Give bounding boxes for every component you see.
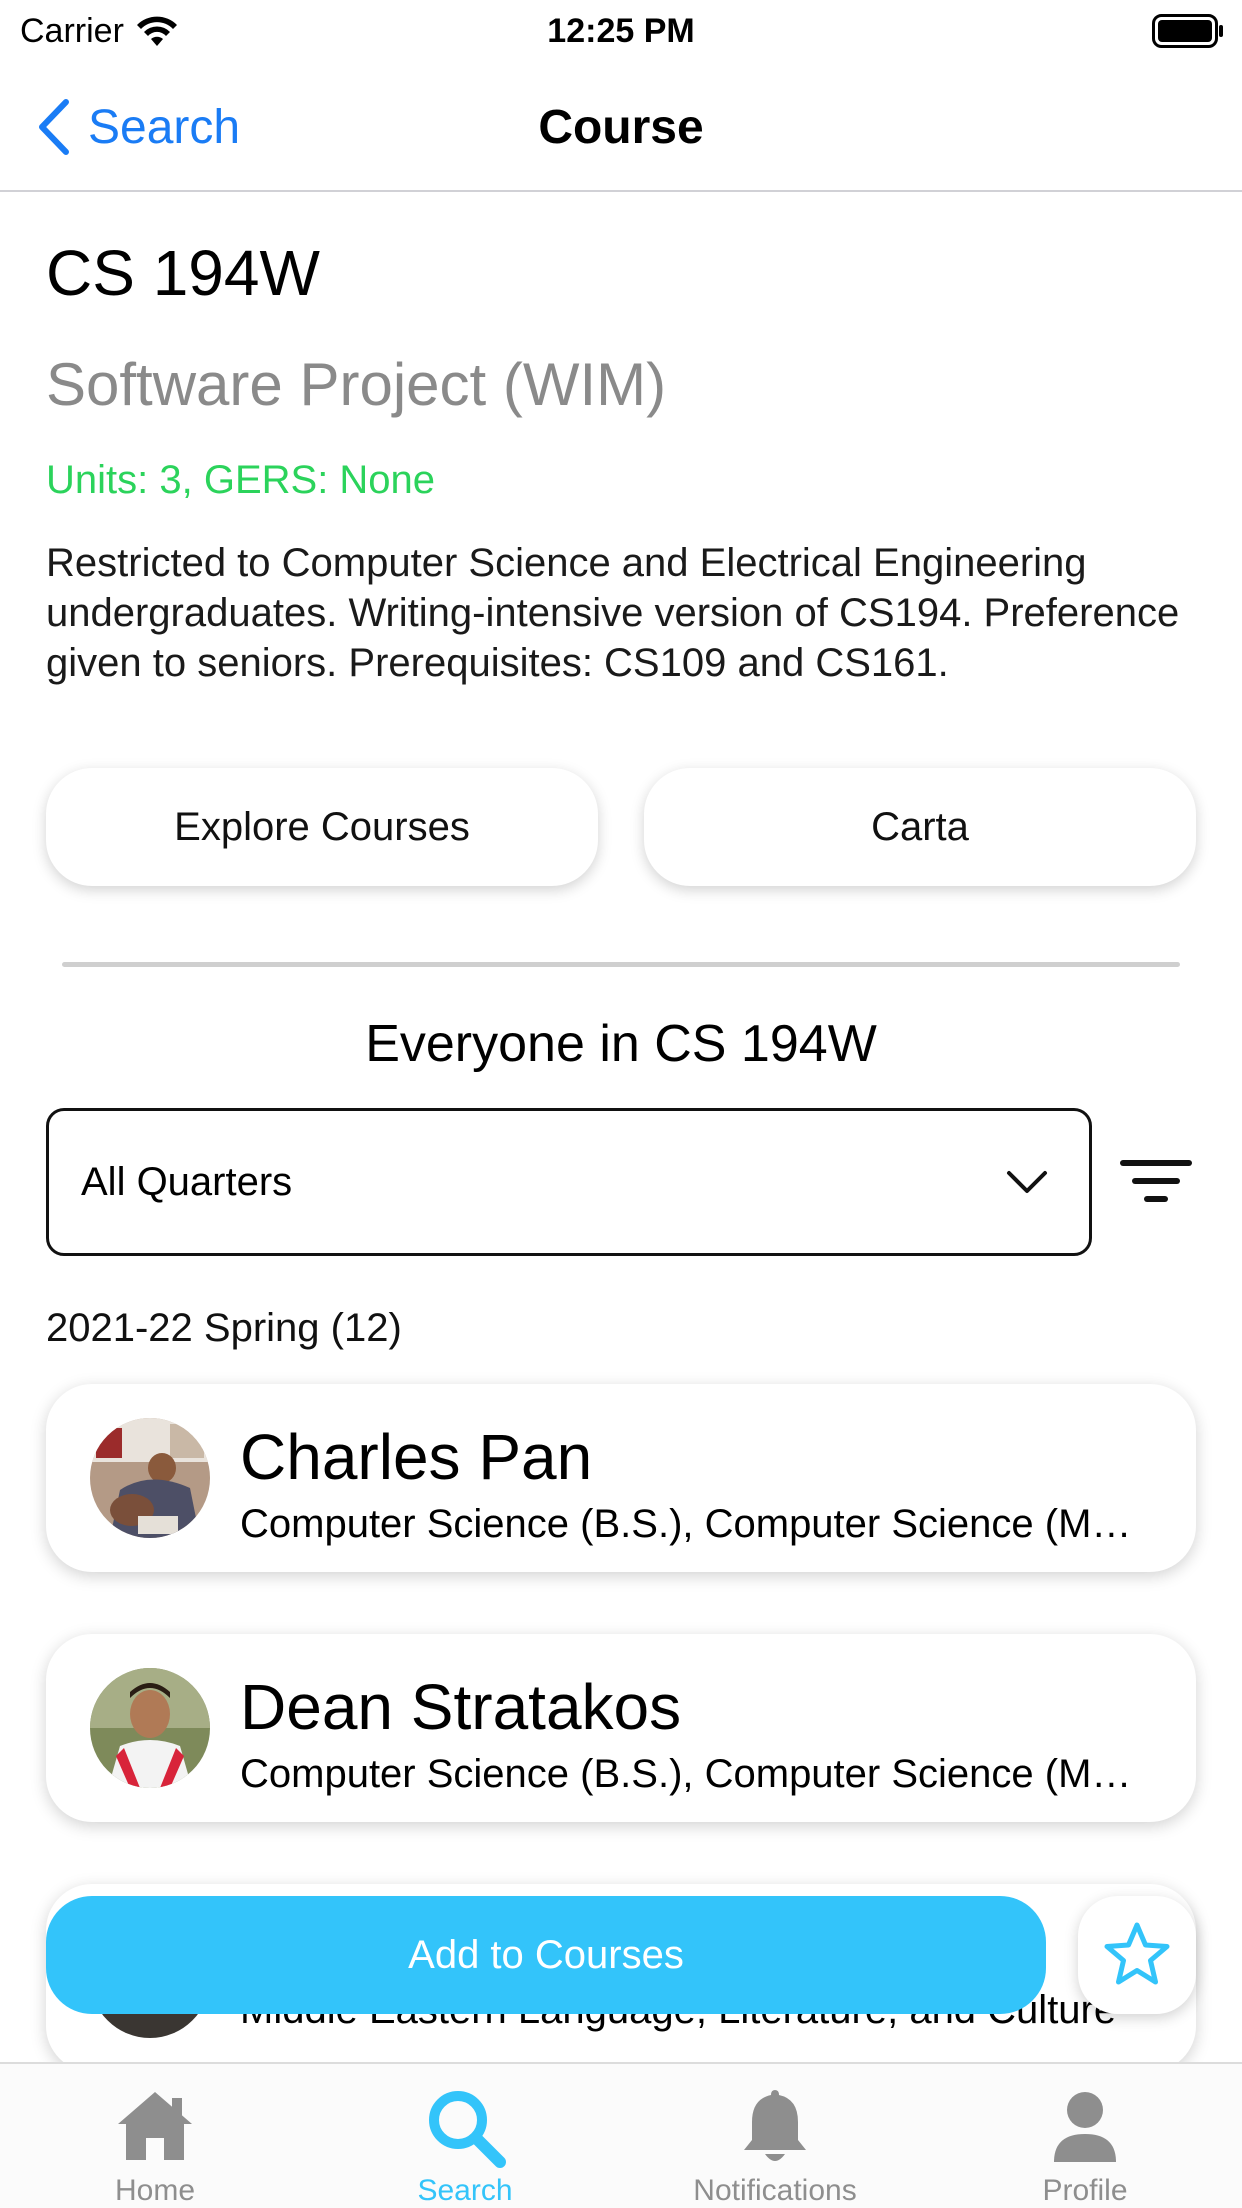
person-name: Charles Pan bbox=[240, 1421, 593, 1493]
star-icon bbox=[1104, 1922, 1170, 1985]
person-major: Computer Science (B.S.), Computer Scienc… bbox=[240, 1752, 1140, 1796]
avatar bbox=[90, 1418, 210, 1538]
status-bar: Carrier 12:25 PM bbox=[0, 0, 1242, 62]
tab-label: Search bbox=[417, 2174, 513, 2207]
quarter-select[interactable]: All Quarters bbox=[46, 1108, 1092, 1256]
tab-label: Profile bbox=[1042, 2174, 1128, 2207]
tab-search[interactable]: Search bbox=[310, 2064, 620, 2208]
roster-title: Everyone in CS 194W bbox=[365, 1015, 877, 1073]
search-icon bbox=[429, 2091, 506, 2168]
quarter-heading: 2021-22 Spring (12) bbox=[46, 1306, 402, 1350]
tab-label: Notifications bbox=[693, 2174, 857, 2207]
favorite-button[interactable] bbox=[1078, 1896, 1196, 2014]
avatar bbox=[90, 1668, 210, 1788]
home-icon bbox=[118, 2092, 192, 2160]
course-code: CS 194W bbox=[46, 237, 320, 309]
bell-icon bbox=[744, 2090, 806, 2161]
profile-icon bbox=[1054, 2092, 1116, 2162]
course-name: Software Project (WIM) bbox=[46, 351, 667, 418]
course-description: Restricted to Computer Science and Elect… bbox=[46, 541, 1180, 685]
filter-icon[interactable] bbox=[1118, 1158, 1194, 1206]
person-card[interactable]: Dean Stratakos Computer Science (B.S.), … bbox=[46, 1634, 1196, 1822]
explore-courses-button[interactable]: Explore Courses bbox=[46, 768, 598, 886]
status-time: 12:25 PM bbox=[547, 12, 695, 50]
person-major: Computer Science (B.S.), Computer Scienc… bbox=[240, 1502, 1140, 1546]
add-to-courses-button[interactable]: Add to Courses bbox=[46, 1896, 1046, 2014]
person-name: Dean Stratakos bbox=[240, 1671, 682, 1743]
tab-notifications[interactable]: Notifications bbox=[620, 2064, 930, 2208]
divider bbox=[62, 962, 1180, 967]
quarter-select-value: All Quarters bbox=[81, 1159, 293, 1204]
battery-icon bbox=[1152, 14, 1223, 48]
tab-label: Home bbox=[114, 2174, 196, 2207]
course-units-gers: Units: 3, GERS: None bbox=[46, 458, 436, 502]
chevron-down-icon bbox=[1007, 1171, 1047, 1193]
tab-profile[interactable]: Profile bbox=[930, 2064, 1240, 2208]
tab-home[interactable]: Home bbox=[0, 2064, 310, 2208]
tab-bar: Home Search Notifications Profile bbox=[0, 2062, 1242, 2208]
person-card[interactable]: Charles Pan Computer Science (B.S.), Com… bbox=[46, 1384, 1196, 1572]
carta-button[interactable]: Carta bbox=[644, 768, 1196, 886]
page-title: Course bbox=[538, 101, 704, 154]
navigation-bar: Search Course bbox=[0, 62, 1242, 192]
